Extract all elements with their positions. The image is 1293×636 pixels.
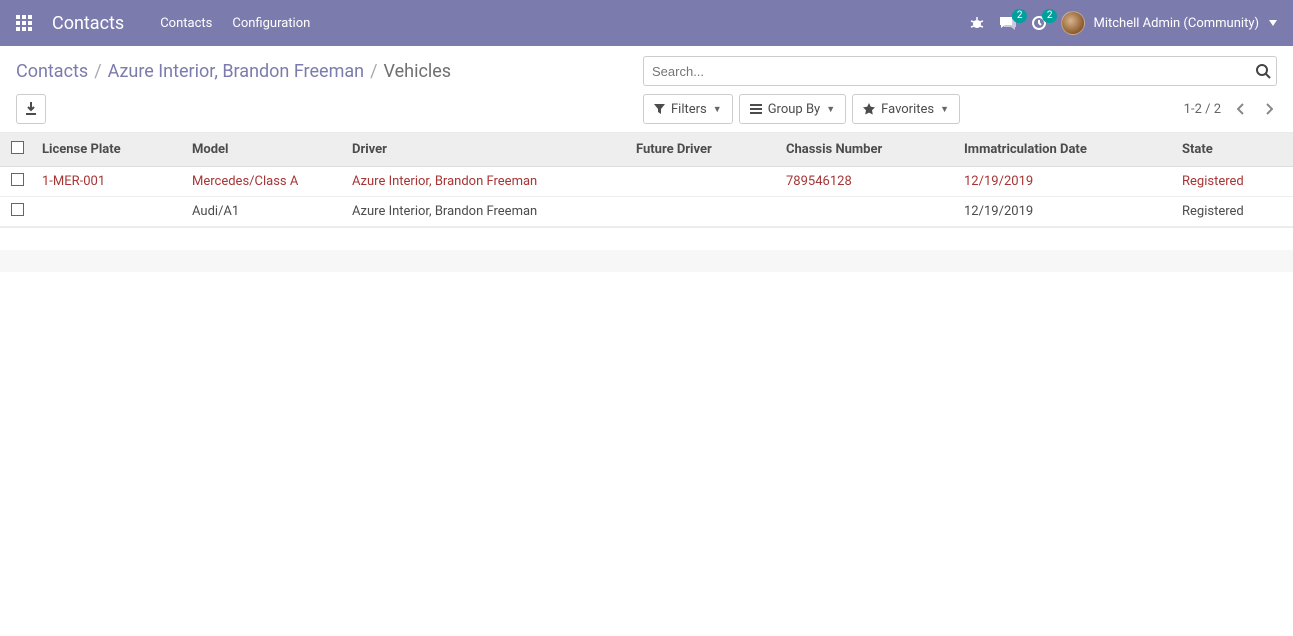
messages-icon[interactable]: 2 (999, 15, 1017, 31)
th-license[interactable]: License Plate (34, 133, 184, 167)
activities-count: 2 (1042, 9, 1058, 23)
row-checkbox[interactable] (11, 203, 24, 216)
caret-down-icon (1269, 20, 1277, 26)
search-wrap (643, 56, 1277, 86)
breadcrumb-sep: / (94, 61, 101, 82)
star-icon (863, 103, 875, 115)
cell-driver: Azure Interior, Brandon Freeman (344, 167, 628, 197)
favorites-label: Favorites (881, 102, 934, 117)
export-button[interactable] (16, 94, 46, 124)
nav-menu: Contacts Configuration (160, 16, 310, 31)
filters-button[interactable]: Filters ▼ (643, 94, 733, 124)
cell-driver: Azure Interior, Brandon Freeman (344, 197, 628, 227)
search-input[interactable] (643, 56, 1277, 86)
breadcrumb: Contacts / Azure Interior, Brandon Freem… (16, 61, 643, 82)
funnel-icon (654, 104, 665, 115)
th-state[interactable]: State (1174, 133, 1274, 167)
avatar (1061, 11, 1085, 35)
th-future-driver[interactable]: Future Driver (628, 133, 778, 167)
cell-chassis: 789546128 (778, 167, 956, 197)
vehicles-table: License Plate Model Driver Future Driver… (0, 133, 1293, 228)
th-chassis[interactable]: Chassis Number (778, 133, 956, 167)
activities-icon[interactable]: 2 (1031, 15, 1047, 31)
nav-contacts[interactable]: Contacts (160, 16, 212, 31)
pager-range: 1-2 / 2 (1184, 102, 1221, 117)
app-brand[interactable]: Contacts (52, 13, 124, 34)
th-model[interactable]: Model (184, 133, 344, 167)
apps-icon[interactable] (16, 14, 34, 32)
th-driver[interactable]: Driver (344, 133, 628, 167)
pager: 1-2 / 2 (1184, 94, 1277, 124)
groupby-button[interactable]: Group By ▼ (739, 94, 846, 124)
navbar: Contacts Contacts Configuration 2 2 Mitc… (0, 0, 1293, 46)
search-icon[interactable] (1255, 63, 1271, 79)
breadcrumb-current: Vehicles (384, 61, 452, 82)
cell-model: Mercedes/Class A (184, 167, 344, 197)
cell-immat: 12/19/2019 (956, 197, 1174, 227)
debug-icon[interactable] (969, 15, 985, 31)
breadcrumb-root[interactable]: Contacts (16, 61, 88, 82)
user-label: Mitchell Admin (Community) (1093, 16, 1259, 31)
caret-down-icon: ▼ (713, 104, 722, 115)
control-panel: Contacts / Azure Interior, Brandon Freem… (0, 46, 1293, 133)
cell-state: Registered (1174, 197, 1274, 227)
cell-future-driver (628, 197, 778, 227)
table-row[interactable]: 1-MER-001Mercedes/Class AAzure Interior,… (0, 167, 1293, 197)
list-icon (750, 104, 762, 114)
cell-model: Audi/A1 (184, 197, 344, 227)
table-row[interactable]: Audi/A1Azure Interior, Brandon Freeman 12… (0, 197, 1293, 227)
select-all-checkbox[interactable] (11, 141, 24, 154)
footer-gap (0, 250, 1293, 272)
pager-prev[interactable] (1233, 103, 1249, 115)
th-immat-date[interactable]: Immatriculation Date (956, 133, 1174, 167)
user-menu[interactable]: Mitchell Admin (Community) (1061, 11, 1277, 35)
cell-immat: 12/19/2019 (956, 167, 1174, 197)
filters-label: Filters (671, 102, 707, 117)
favorites-button[interactable]: Favorites ▼ (852, 94, 960, 124)
breadcrumb-sep: / (370, 61, 377, 82)
cell-future-driver (628, 167, 778, 197)
pager-next[interactable] (1261, 103, 1277, 115)
nav-configuration[interactable]: Configuration (232, 16, 310, 31)
caret-down-icon: ▼ (940, 104, 949, 115)
cell-license (34, 197, 184, 227)
messages-count: 2 (1012, 9, 1028, 23)
cell-state: Registered (1174, 167, 1274, 197)
cell-license: 1-MER-001 (34, 167, 184, 197)
cell-chassis (778, 197, 956, 227)
caret-down-icon: ▼ (826, 104, 835, 115)
row-checkbox[interactable] (11, 173, 24, 186)
groupby-label: Group By (768, 102, 821, 117)
breadcrumb-parent[interactable]: Azure Interior, Brandon Freeman (108, 61, 364, 82)
